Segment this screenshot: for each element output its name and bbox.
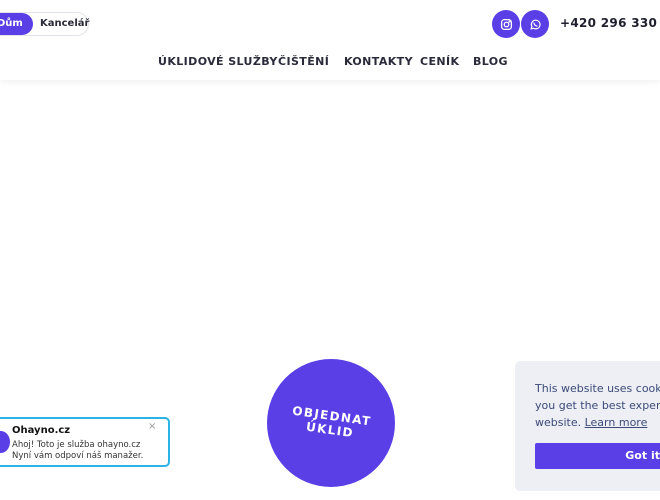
instagram-icon: [500, 18, 512, 30]
chat-title: Ohayno.cz: [12, 425, 71, 436]
instagram-button[interactable]: [492, 10, 520, 38]
order-cleaning-button[interactable]: OBJEDNAT ÚKLID: [267, 359, 395, 487]
nav-item-contacts[interactable]: KONTAKTY: [344, 55, 413, 68]
cookie-banner: This website uses cookie you get the bes…: [515, 361, 660, 491]
nav-item-pricing[interactable]: CENÍK: [420, 55, 459, 68]
learn-more-link[interactable]: Learn more: [585, 416, 648, 429]
nav-item-cleaning[interactable]: ČIŠTĚNÍ: [278, 55, 329, 68]
close-icon[interactable]: ×: [148, 421, 156, 432]
office-option[interactable]: Kancelář: [30, 13, 99, 35]
chat-avatar: [0, 431, 10, 453]
chat-popup[interactable]: Ohayno.cz Ahoj! Toto je služba ohayno.cz…: [0, 417, 170, 467]
phone-number[interactable]: +420 296 330 561: [560, 16, 660, 30]
nav-item-cleaning-services[interactable]: ÚKLIDOVÉ SLUŽBY: [158, 55, 278, 68]
accept-cookies-button[interactable]: Got it!: [535, 443, 660, 469]
whatsapp-button[interactable]: [521, 10, 549, 38]
nav-item-blog[interactable]: BLOG: [473, 55, 508, 68]
main-nav: ÚKLIDOVÉ SLUŽBY ČIŠTĚNÍ KONTAKTY CENÍK B…: [0, 55, 660, 71]
order-cleaning-label: OBJEDNAT ÚKLID: [291, 403, 373, 441]
cookie-message: This website uses cookie you get the bes…: [535, 382, 660, 429]
home-option[interactable]: Dům: [0, 13, 33, 35]
segment-switch: Dům Kancelář: [0, 12, 89, 36]
whatsapp-icon: [529, 19, 541, 30]
site-header: Dům Kancelář +420 296 330 561 ÚKLIDOVÉ S…: [0, 0, 660, 80]
chat-message: Ahoj! Toto je služba ohayno.cz Nyní vám …: [12, 440, 144, 461]
